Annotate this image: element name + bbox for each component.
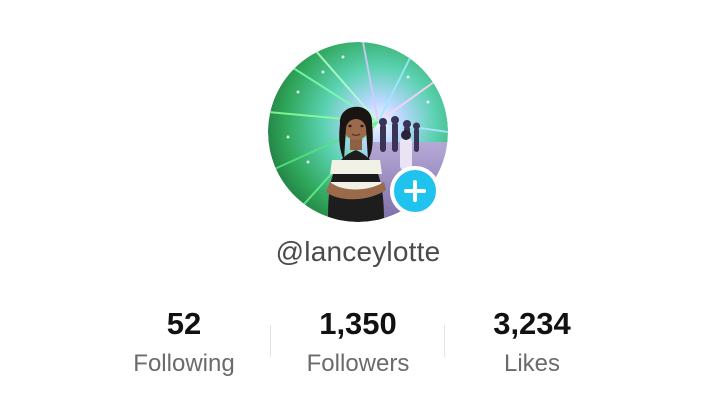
username: @lanceylotte [275,236,441,267]
likes-label: Likes [503,350,561,377]
following-label: Following [133,350,235,377]
likes-count: 3,234 [493,306,571,341]
avatar-container [268,42,448,222]
stat-following[interactable]: 52 Following [94,306,274,378]
stat-likes[interactable]: 3,234 Likes [442,306,622,378]
followers-label: Followers [306,350,410,377]
stat-followers[interactable]: 1,350 Followers [268,306,448,378]
plus-icon [404,180,426,202]
profile-header: @lanceylotte 52 Following 1,350 Follower… [0,0,716,400]
add-follow-button[interactable] [390,166,440,216]
following-count: 52 [166,306,202,341]
followers-count: 1,350 [319,306,397,341]
